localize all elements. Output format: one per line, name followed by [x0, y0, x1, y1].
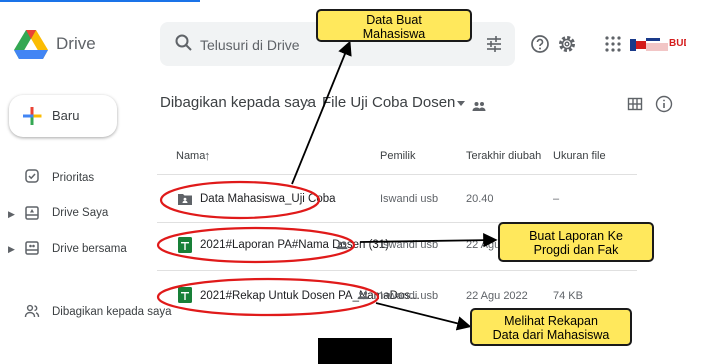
highlight-ellipse: [159, 180, 321, 220]
callout-line: Mahasiswa: [362, 27, 426, 41]
annotation-arrow: [375, 302, 472, 331]
callout-line: Progdi dan Fak: [533, 243, 619, 257]
redaction-block: [318, 338, 392, 364]
callout-recap: Melihat Rekapan Data dari Mahasiswa: [470, 308, 632, 346]
callout-data-for-students: Data Buat Mahasiswa: [316, 9, 472, 42]
highlight-ellipse: [156, 226, 356, 264]
callout-report: Buat Laporan Ke Progdi dan Fak: [498, 222, 654, 262]
callout-line: Melihat Rekapan: [504, 314, 598, 328]
callout-line: Buat Laporan Ke: [529, 229, 623, 243]
highlight-ellipse: [156, 277, 380, 317]
callout-line: Data Buat: [366, 13, 422, 27]
annotation-arrow: [359, 232, 498, 248]
callout-line: Data dari Mahasiswa: [492, 328, 610, 342]
annotation-arrow: [291, 40, 352, 185]
